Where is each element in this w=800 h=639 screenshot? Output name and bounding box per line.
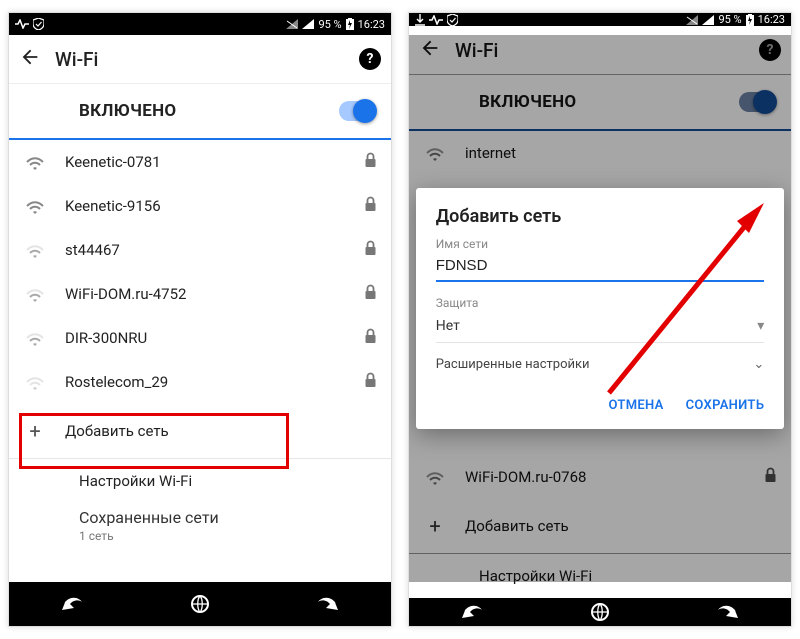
advanced-settings[interactable]: Расширенные настройки ⌄	[436, 343, 765, 376]
nav-back-icon[interactable]	[59, 590, 87, 618]
highlight-box	[19, 413, 289, 469]
security-value: Нет	[436, 318, 460, 334]
battery-percent: 95 %	[718, 13, 741, 26]
ssid: WiFi-DOM.ru-4752	[65, 285, 346, 303]
no-sim-icon	[686, 15, 698, 25]
statusbar: 95 % 16:23	[9, 13, 391, 35]
ssid: Keenetic-0781	[65, 153, 346, 171]
activity-icon	[429, 15, 443, 25]
lock-icon	[364, 328, 377, 348]
no-sim-icon	[286, 19, 298, 29]
ssid: st44467	[65, 241, 346, 259]
phone-right: 95 % 16:23 Wi-Fi ? ВКЛЮЧЕНО internet WiF…	[408, 12, 792, 627]
navbar	[409, 598, 791, 626]
download-icon	[415, 14, 425, 26]
nav-recent-icon[interactable]	[713, 598, 741, 626]
navbar	[9, 582, 391, 626]
security-select[interactable]: Нет ▾	[436, 310, 765, 343]
chevron-down-icon: ⌄	[753, 357, 764, 372]
statusbar: 95 % 16:23	[409, 13, 791, 26]
battery-percent: 95 %	[318, 18, 341, 31]
wifi-signal-icon	[23, 153, 47, 171]
nav-back-icon[interactable]	[459, 598, 487, 626]
nav-home-icon[interactable]	[586, 598, 614, 626]
ssid-input[interactable]	[436, 251, 765, 282]
phone-left: 95 % 16:23 Wi-Fi ? ВКЛЮЧЕНО Keenetic-078…	[8, 12, 392, 627]
help-icon[interactable]: ?	[359, 48, 381, 70]
ssid: Rostelecom_29	[65, 373, 346, 391]
wifi-network-row[interactable]: Keenetic-0781	[9, 140, 391, 184]
ssid-label: Имя сети	[436, 237, 765, 251]
back-icon[interactable]	[19, 46, 41, 72]
activity-icon	[15, 19, 29, 29]
appbar: Wi-Fi ?	[9, 35, 391, 84]
nav-recent-icon[interactable]	[313, 590, 341, 618]
caret-down-icon: ▾	[757, 318, 764, 334]
ssid: Keenetic-9156	[65, 197, 346, 215]
security-label: Защита	[436, 296, 765, 310]
cancel-button[interactable]: ОТМЕНА	[609, 398, 664, 413]
add-network-dialog: Добавить сеть Имя сети Защита Нет ▾ Расш…	[416, 188, 785, 429]
advanced-label: Расширенные настройки	[436, 357, 590, 372]
clock: 16:23	[358, 18, 385, 31]
wifi-signal-icon	[23, 285, 47, 303]
dialog-title: Добавить сеть	[436, 206, 765, 227]
wifi-network-row[interactable]: st44467	[9, 228, 391, 272]
ssid: DIR-300NRU	[65, 329, 346, 347]
wifi-signal-icon	[23, 197, 47, 215]
lock-icon	[364, 284, 377, 304]
lock-icon	[364, 152, 377, 172]
clock: 16:23	[758, 13, 785, 26]
wifi-network-row[interactable]: WiFi-DOM.ru-4752	[9, 272, 391, 316]
wifi-signal-icon	[23, 329, 47, 347]
saved-networks[interactable]: Сохраненные сети1 сеть	[9, 503, 391, 547]
wifi-network-row[interactable]: Rostelecom_29	[9, 360, 391, 404]
nav-home-icon[interactable]	[186, 590, 214, 618]
shield-icon	[33, 18, 44, 30]
cell-icon	[302, 19, 314, 29]
dialog-scrim[interactable]: Добавить сеть Имя сети Защита Нет ▾ Расш…	[409, 35, 791, 582]
master-label: ВКЛЮЧЕНО	[79, 101, 176, 121]
wifi-network-row[interactable]: DIR-300NRU	[9, 316, 391, 360]
wifi-master-toggle-row: ВКЛЮЧЕНО	[9, 84, 391, 138]
cell-icon	[702, 15, 714, 25]
wifi-signal-icon	[23, 373, 47, 391]
wifi-signal-icon	[23, 241, 47, 259]
wifi-list: Keenetic-0781 Keenetic-9156 st44467 WiFi…	[9, 140, 391, 582]
lock-icon	[364, 372, 377, 392]
lock-icon	[364, 196, 377, 216]
save-button[interactable]: СОХРАНИТЬ	[686, 398, 765, 413]
battery-charging-icon	[346, 18, 354, 30]
page-title: Wi-Fi	[55, 48, 98, 71]
wifi-network-row[interactable]: Keenetic-9156	[9, 184, 391, 228]
shield-icon	[447, 14, 458, 26]
battery-charging-icon	[746, 14, 754, 26]
lock-icon	[364, 240, 377, 260]
wifi-toggle[interactable]	[339, 101, 375, 121]
